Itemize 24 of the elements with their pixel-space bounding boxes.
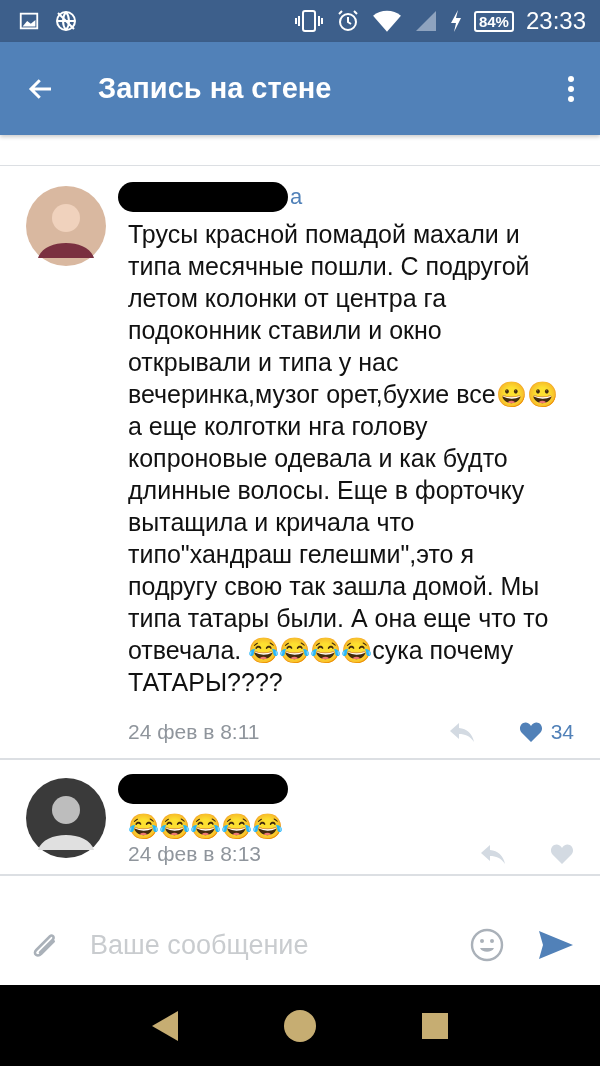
vibrate-icon [293,9,324,33]
heart-icon [518,721,543,743]
like-button[interactable]: 34 [518,720,574,744]
comment-text: Трусы красной помадой махали и типа месячные пошли. С подругой летом колонки от центра га подоконник ставили и окно открывали и типа у нас вечеринка,музог орет,бухие все😀😀а еще колготки нга голову копроновые одевала и как будто длинные волосы. Еще в форточку вытащила и кричала что типо"хандраш гелешми",это я подругу свою так зашла домой. Мы типа татары были. А она еще что то отвечала. 😂😂😂😂сука почему ТАТАРЫ???? [128,219,559,698]
comment-text: 😂😂😂😂😂 [128,811,284,842]
comment-date: 24 фев в 8:13 [128,842,261,866]
heart-icon [550,843,574,865]
smiley-icon[interactable] [470,928,504,962]
more-icon [566,73,576,104]
back-icon[interactable] [152,1010,179,1041]
comment-date: 24 фев в 8:11 [128,720,260,744]
screen-title: Запись на стене [98,72,333,105]
home-icon[interactable] [283,1008,317,1043]
battery-level: 84% [473,10,514,32]
clock-time: 23:33 [525,7,586,35]
send-icon[interactable] [538,930,574,960]
avatar[interactable] [26,778,106,858]
globe-crossed-icon [54,9,78,33]
charging-icon [449,9,462,33]
image-icon [18,10,40,32]
avatar[interactable] [26,186,106,266]
wifi-icon [371,9,402,33]
recents-icon[interactable] [421,1012,448,1039]
author-name[interactable]: а [290,184,303,210]
